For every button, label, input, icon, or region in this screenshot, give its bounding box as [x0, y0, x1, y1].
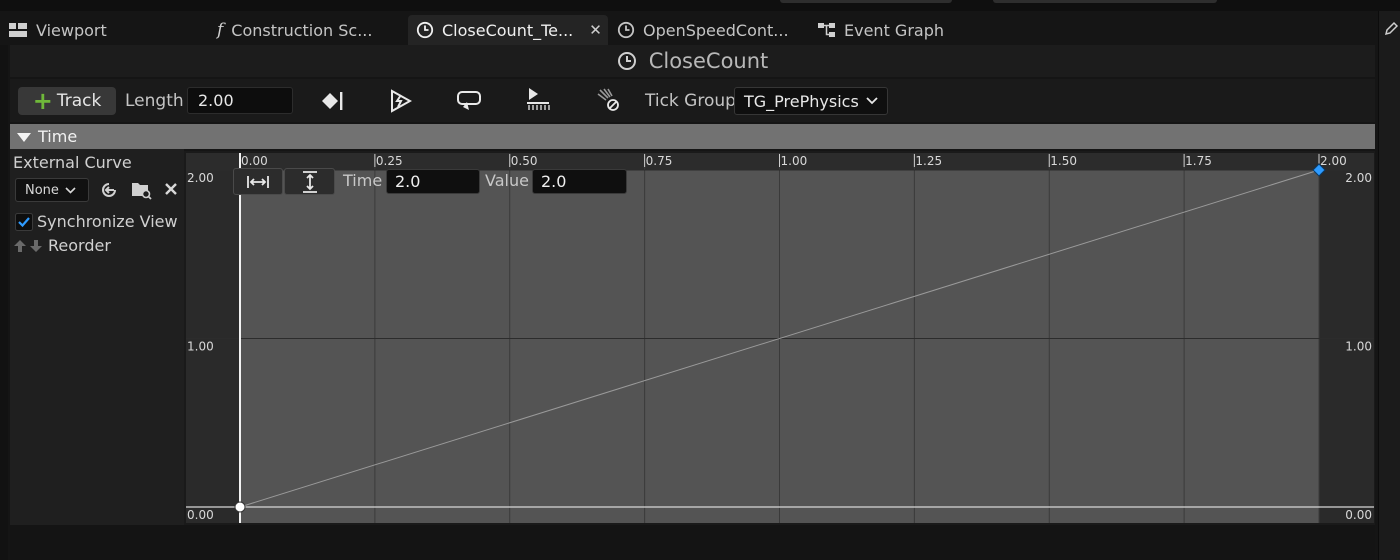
x-tick-label: 1.25 [915, 154, 942, 168]
x-tick-label: 0.00 [241, 154, 268, 168]
key-value-input[interactable]: 2.0 [532, 169, 627, 194]
x-tick-label: 0.75 [646, 154, 673, 168]
empty-area [10, 525, 1375, 560]
y-tick-label-right: 1.00 [1345, 340, 1372, 354]
y-tick-label-left: 1.00 [187, 340, 214, 354]
x-tick-label: 0.25 [376, 154, 403, 168]
y-tick-label-right: 0.00 [1345, 508, 1372, 522]
keyframe[interactable] [234, 501, 246, 513]
y-tick-label-left: 2.00 [187, 171, 214, 185]
fit-horizontal-button[interactable] [233, 168, 283, 195]
x-tick-label: 1.75 [1185, 154, 1212, 168]
y-tick-label-right: 2.00 [1345, 171, 1372, 185]
fit-horizontal-icon [247, 175, 269, 189]
fit-vertical-icon [302, 170, 318, 193]
key-time-input[interactable]: 2.0 [386, 169, 480, 194]
fit-vertical-button[interactable] [284, 168, 335, 195]
key-time-label: Time [343, 171, 383, 190]
y-tick-label-left: 0.00 [187, 508, 214, 522]
x-tick-label: 0.50 [511, 154, 538, 168]
curve-graph[interactable]: 0.00 0.25 0.50 0.75 1.00 1.25 1.50 1.75 2.002.00… [0, 0, 1400, 560]
x-tick-label: 1.50 [1050, 154, 1077, 168]
x-tick-label: 2.00 [1320, 154, 1347, 168]
key-value-label: Value [485, 171, 529, 190]
x-tick-label: 1.00 [781, 154, 808, 168]
